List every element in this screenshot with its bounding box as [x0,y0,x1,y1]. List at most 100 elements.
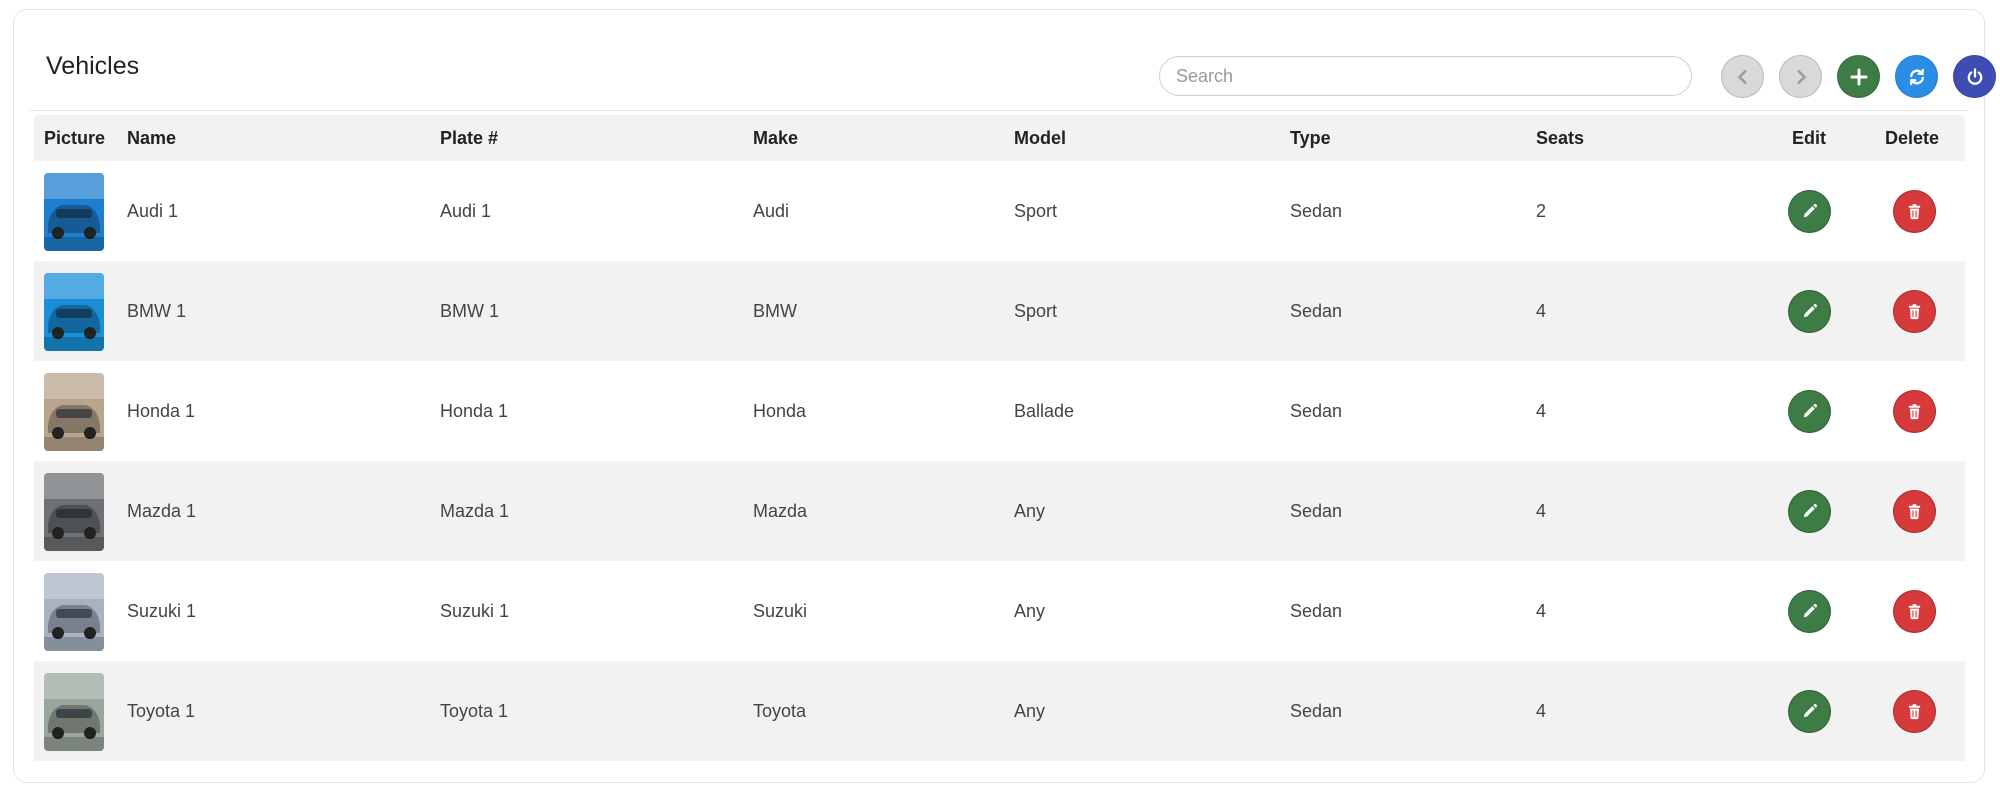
vehicle-seats: 4 [1536,661,1546,761]
column-header-name: Name [127,115,176,161]
pencil-icon [1800,502,1819,521]
vehicles-card: Vehicles Picture [13,9,1985,783]
edit-button[interactable] [1788,590,1831,633]
vehicle-make: Suzuki [753,561,807,661]
pencil-icon [1800,602,1819,621]
vehicle-make: Toyota [753,661,806,761]
vehicle-type: Sedan [1290,261,1342,361]
card-header: Vehicles [30,30,1968,111]
delete-button[interactable] [1893,190,1936,233]
table-header: Picture Name Plate # Make Model Type Sea… [34,115,1965,161]
vehicle-plate: BMW 1 [440,261,499,361]
vehicle-picture[interactable] [44,273,104,351]
car-photo-icon [44,573,104,651]
column-header-delete: Delete [1885,115,1939,161]
logout-button[interactable] [1953,55,1996,98]
vehicle-make: Honda [753,361,806,461]
car-photo-icon [44,473,104,551]
vehicle-seats: 4 [1536,461,1546,561]
car-photo-icon [44,173,104,251]
vehicle-make: Mazda [753,461,807,561]
vehicle-name: Toyota 1 [127,661,195,761]
delete-button[interactable] [1893,490,1936,533]
vehicle-plate: Honda 1 [440,361,508,461]
delete-button[interactable] [1893,590,1936,633]
table-body: Audi 1 Audi 1 Audi Sport Sedan 2 [34,161,1965,761]
vehicle-type: Sedan [1290,161,1342,261]
refresh-icon [1907,67,1927,87]
vehicle-plate: Audi 1 [440,161,491,261]
vehicle-name: Suzuki 1 [127,561,196,661]
page-title: Vehicles [46,52,139,81]
vehicle-plate: Suzuki 1 [440,561,509,661]
vehicle-model: Any [1014,561,1045,661]
trash-icon [1905,602,1924,621]
vehicle-seats: 4 [1536,561,1546,661]
pencil-icon [1800,402,1819,421]
trash-icon [1905,202,1924,221]
table-row: Toyota 1 Toyota 1 Toyota Any Sedan 4 [34,661,1965,761]
vehicle-type: Sedan [1290,461,1342,561]
pencil-icon [1800,702,1819,721]
vehicle-plate: Toyota 1 [440,661,508,761]
vehicle-make: Audi [753,161,789,261]
car-photo-icon [44,273,104,351]
edit-button[interactable] [1788,290,1831,333]
add-button[interactable] [1837,55,1880,98]
table-row: Suzuki 1 Suzuki 1 Suzuki Any Sedan 4 [34,561,1965,661]
edit-button[interactable] [1788,390,1831,433]
vehicle-model: Any [1014,461,1045,561]
vehicles-table: Picture Name Plate # Make Model Type Sea… [34,115,1965,761]
search-input[interactable] [1159,56,1692,96]
vehicle-type: Sedan [1290,661,1342,761]
column-header-make: Make [753,115,798,161]
column-header-model: Model [1014,115,1066,161]
edit-button[interactable] [1788,190,1831,233]
delete-button[interactable] [1893,290,1936,333]
trash-icon [1905,502,1924,521]
edit-button[interactable] [1788,490,1831,533]
refresh-button[interactable] [1895,55,1938,98]
trash-icon [1905,402,1924,421]
chevron-right-icon [1791,67,1811,87]
table-row: BMW 1 BMW 1 BMW Sport Sedan 4 [34,261,1965,361]
trash-icon [1905,302,1924,321]
column-header-type: Type [1290,115,1331,161]
table-row: Audi 1 Audi 1 Audi Sport Sedan 2 [34,161,1965,261]
vehicle-model: Ballade [1014,361,1074,461]
vehicle-type: Sedan [1290,361,1342,461]
next-page-button[interactable] [1779,55,1822,98]
delete-button[interactable] [1893,390,1936,433]
vehicle-name: Honda 1 [127,361,195,461]
vehicle-plate: Mazda 1 [440,461,509,561]
chevron-left-icon [1733,67,1753,87]
vehicle-name: Mazda 1 [127,461,196,561]
vehicle-seats: 4 [1536,261,1546,361]
column-header-edit: Edit [1792,115,1826,161]
vehicle-picture[interactable] [44,473,104,551]
vehicle-picture[interactable] [44,173,104,251]
column-header-plate: Plate # [440,115,498,161]
vehicle-picture[interactable] [44,673,104,751]
prev-page-button[interactable] [1721,55,1764,98]
vehicle-seats: 2 [1536,161,1546,261]
column-header-seats: Seats [1536,115,1584,161]
vehicle-seats: 4 [1536,361,1546,461]
delete-button[interactable] [1893,690,1936,733]
edit-button[interactable] [1788,690,1831,733]
vehicle-name: Audi 1 [127,161,178,261]
vehicle-name: BMW 1 [127,261,186,361]
trash-icon [1905,702,1924,721]
vehicle-picture[interactable] [44,373,104,451]
table-row: Honda 1 Honda 1 Honda Ballade Sedan 4 [34,361,1965,461]
vehicle-model: Any [1014,661,1045,761]
vehicle-type: Sedan [1290,561,1342,661]
plus-icon [1849,67,1869,87]
table-row: Mazda 1 Mazda 1 Mazda Any Sedan 4 [34,461,1965,561]
vehicle-model: Sport [1014,261,1057,361]
pencil-icon [1800,202,1819,221]
vehicle-picture[interactable] [44,573,104,651]
car-photo-icon [44,673,104,751]
column-header-picture: Picture [44,115,105,161]
vehicle-model: Sport [1014,161,1057,261]
